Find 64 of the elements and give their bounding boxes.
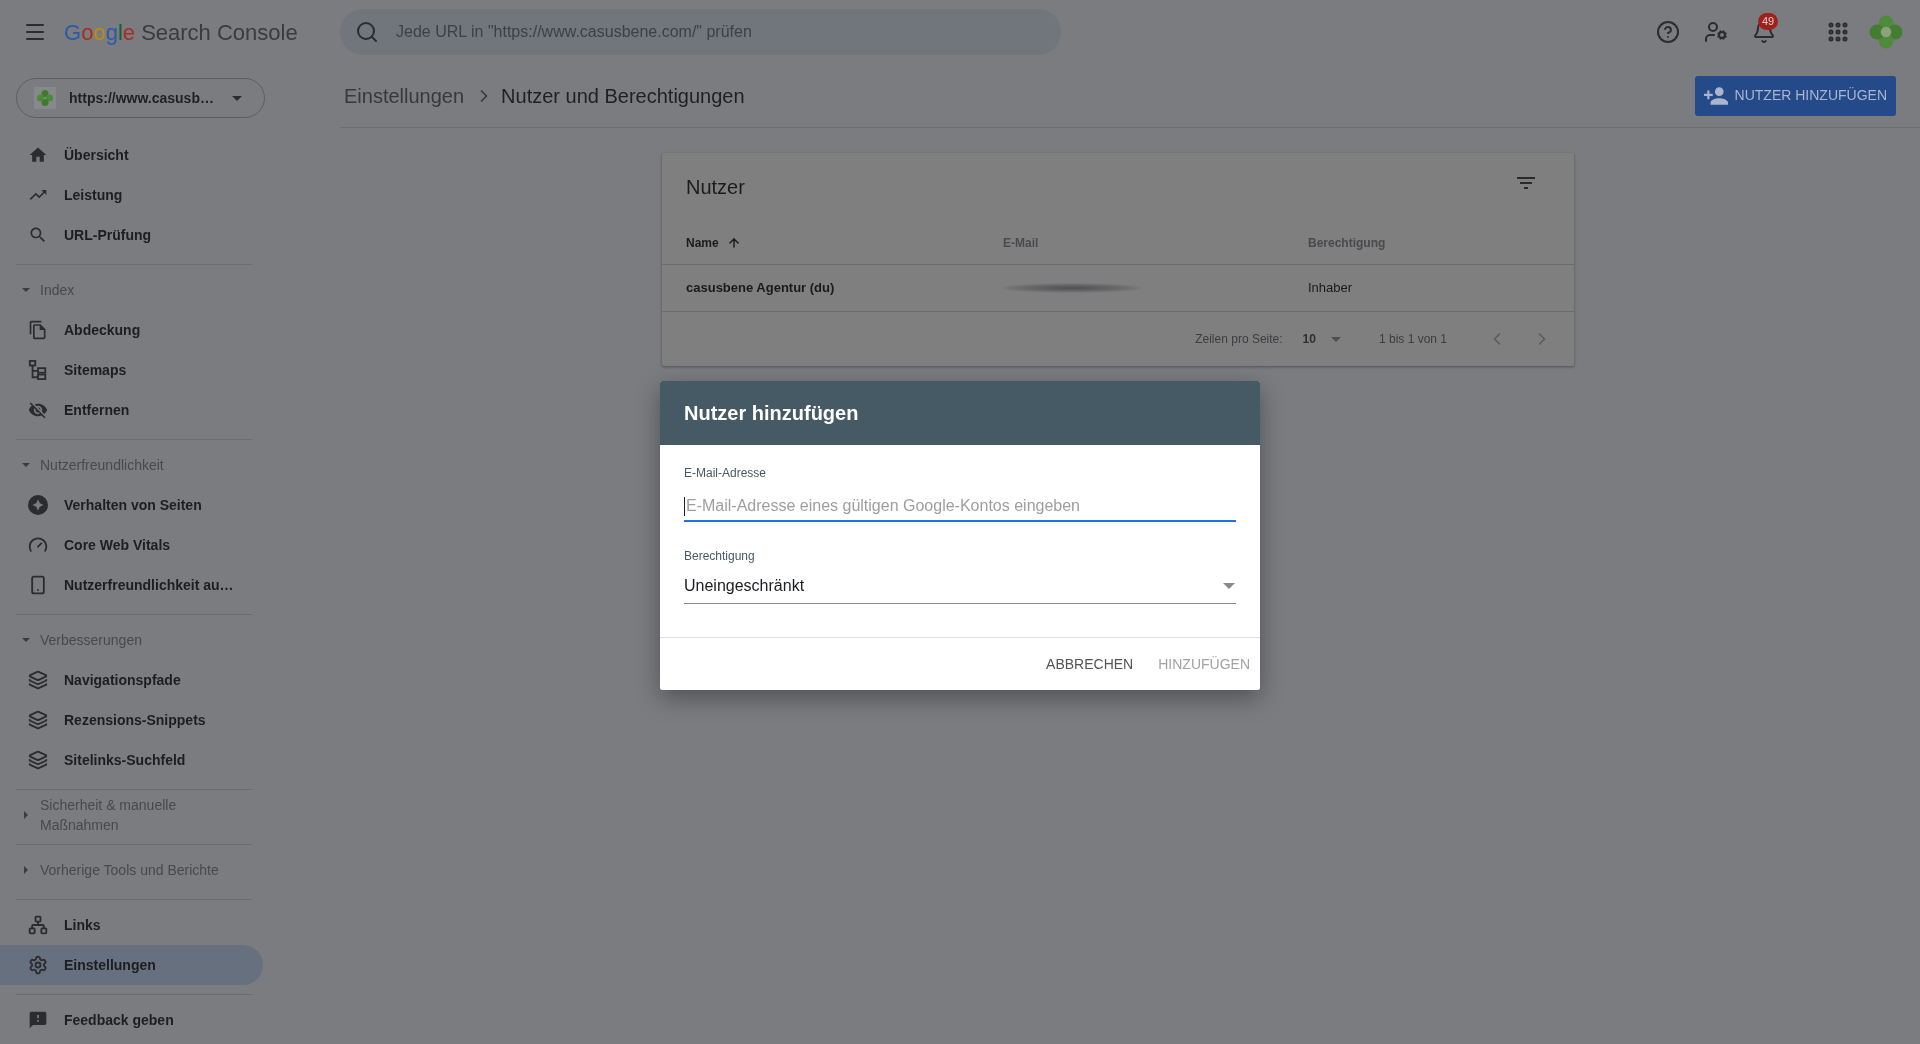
dialog-button[interactable]: ABBRECHEN bbox=[1038, 646, 1142, 682]
caret-down-icon bbox=[1330, 336, 1341, 342]
sidebar-item[interactable]: Links bbox=[0, 905, 263, 945]
sidebar-item[interactable]: Übersicht bbox=[0, 135, 263, 175]
layers-icon bbox=[28, 670, 48, 690]
dialog-title: Nutzer hinzufügen bbox=[684, 401, 859, 426]
site-favicon-icon bbox=[34, 87, 56, 109]
avatar-icon bbox=[1869, 15, 1903, 49]
add-user-button[interactable]: NUTZER HINZUFÜGEN bbox=[1694, 75, 1896, 116]
sidebar-item[interactable]: Verhalten von Seiten bbox=[0, 485, 263, 525]
sidebar-item[interactable]: Leistung bbox=[0, 175, 263, 215]
email-input[interactable]: E-Mail-Adresse eines gültigen Google-Kontos eingeben bbox=[684, 492, 1236, 522]
permission-select[interactable]: Uneingeschränkt bbox=[684, 568, 1236, 604]
sidebar-item[interactable]: URL-Prüfung bbox=[0, 215, 263, 255]
field-label: Berechtigung bbox=[684, 548, 756, 564]
layers-icon bbox=[28, 710, 48, 730]
apps-grid-icon bbox=[1826, 20, 1850, 44]
table-cell-text: casusbene Agentur (du) bbox=[686, 279, 836, 298]
search-icon bbox=[28, 225, 48, 245]
sidebar-item[interactable]: Rezensions-Snippets bbox=[0, 700, 263, 740]
copy-icon bbox=[28, 320, 48, 340]
help-icon bbox=[1656, 20, 1680, 44]
sidebar-item[interactable]: Nutzerfreundlichkeit au… bbox=[0, 565, 263, 605]
rows-per-page-select[interactable]: 10 bbox=[1302, 330, 1341, 348]
layers-icon bbox=[28, 750, 48, 770]
caret-down-icon bbox=[22, 288, 30, 292]
gauge-icon bbox=[28, 535, 48, 555]
column-header[interactable]: Name bbox=[686, 233, 1003, 252]
text-cursor-icon bbox=[684, 497, 685, 516]
caret-down-icon bbox=[1223, 582, 1235, 589]
caret-right-icon bbox=[24, 866, 28, 874]
settings-icon bbox=[28, 955, 48, 975]
sitemap-icon bbox=[28, 360, 48, 380]
circle-star-icon bbox=[28, 495, 48, 515]
feedback-icon bbox=[28, 1010, 48, 1030]
sidebar-item[interactable]: Sitelinks-Suchfeld bbox=[0, 740, 263, 780]
crossed-eye-icon bbox=[28, 400, 48, 420]
sidebar-item[interactable]: Einstellungen bbox=[0, 945, 263, 985]
breadcrumb-current: Nutzer und Berechtigungen bbox=[501, 83, 745, 109]
sidebar-item[interactable]: Navigationspfade bbox=[0, 660, 263, 700]
sidebar-item[interactable]: Abdeckung bbox=[0, 310, 263, 350]
sidebar-item[interactable]: Sitemaps bbox=[0, 350, 263, 390]
home-icon bbox=[28, 145, 48, 165]
caret-right-icon bbox=[24, 811, 28, 819]
smartphone-icon bbox=[28, 575, 48, 595]
product-logo: Google Search Console bbox=[64, 18, 298, 47]
network-icon bbox=[28, 915, 48, 935]
card-title: Nutzer bbox=[686, 175, 745, 200]
table-cell-text: Inhaber bbox=[1308, 279, 1354, 298]
breadcrumb-link[interactable]: Einstellungen bbox=[344, 80, 465, 111]
sidebar-item[interactable]: Core Web Vitals bbox=[0, 525, 263, 565]
notification-badge: 49 bbox=[1758, 13, 1778, 30]
notifications-button[interactable]: 49 bbox=[1740, 8, 1788, 56]
user-gear-icon bbox=[1704, 20, 1728, 44]
rows-per-page-label: Zeilen pro Seite: bbox=[1195, 331, 1283, 348]
filter-icon bbox=[1517, 177, 1535, 189]
sidebar-item[interactable]: Feedback geben bbox=[0, 1000, 263, 1040]
caret-down-icon bbox=[22, 463, 30, 467]
caret-down-icon bbox=[22, 638, 30, 642]
search-icon bbox=[355, 20, 379, 44]
sidebar-item[interactable]: Entfernen bbox=[0, 390, 263, 430]
page-range: 1 bis 1 von 1 bbox=[1378, 331, 1447, 348]
field-label: E-Mail-Adresse bbox=[684, 465, 768, 481]
caret-down-icon bbox=[232, 95, 242, 101]
